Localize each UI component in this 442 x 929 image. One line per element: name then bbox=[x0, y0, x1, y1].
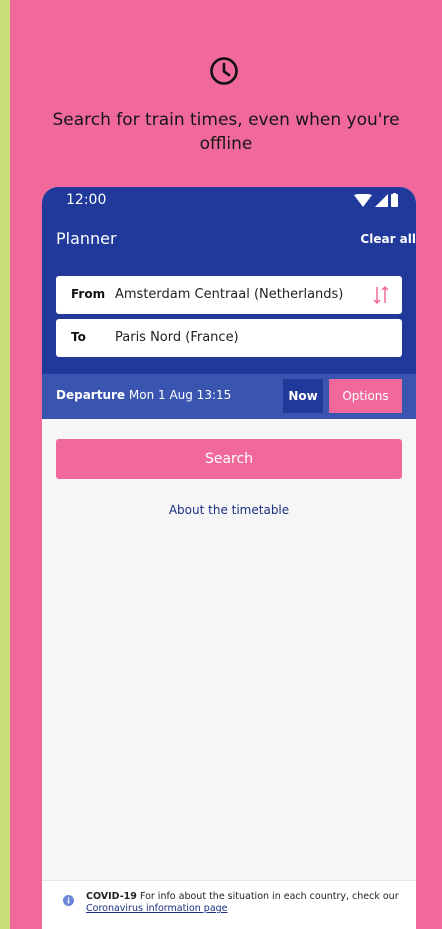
covid-banner: COVID-19 For info about the situation in… bbox=[42, 880, 416, 929]
main-content: Search About the timetable bbox=[42, 419, 416, 899]
status-bar: 12:00 bbox=[42, 187, 416, 213]
departure-value: Mon 1 Aug 13:15 bbox=[128, 388, 232, 402]
from-field[interactable]: From Amsterdam Centraal (Netherlands) bbox=[56, 276, 402, 314]
departure-bar: Departure Mon 1 Aug 13:15 Now Options bbox=[42, 374, 416, 419]
to-value: Paris Nord (France) bbox=[115, 330, 239, 345]
about-timetable-link[interactable]: About the timetable bbox=[42, 503, 416, 517]
covid-body: For info about the situation in each cou… bbox=[139, 891, 399, 902]
phone-screen: 12:00 Planner Clear all From Amsterdam C… bbox=[42, 187, 416, 929]
from-label: From bbox=[71, 287, 106, 301]
covid-title: COVID-19 bbox=[86, 891, 137, 902]
from-value: Amsterdam Centraal (Netherlands) bbox=[115, 287, 344, 302]
now-button[interactable]: Now bbox=[283, 379, 323, 413]
battery-icon bbox=[391, 193, 398, 207]
info-icon bbox=[63, 895, 74, 906]
promo-headline: Search for train times, even when you're… bbox=[52, 110, 400, 154]
swap-icon[interactable] bbox=[373, 285, 389, 305]
page-title: Planner bbox=[56, 229, 117, 248]
departure-label: Departure bbox=[56, 388, 126, 402]
coronavirus-info-link[interactable]: Coronavirus information page bbox=[86, 903, 228, 914]
options-button[interactable]: Options bbox=[329, 379, 402, 413]
search-button[interactable]: Search bbox=[56, 439, 402, 479]
route-inputs: From Amsterdam Centraal (Netherlands) To… bbox=[42, 273, 416, 374]
app-header: Planner Clear all bbox=[42, 213, 416, 273]
status-icons bbox=[354, 193, 398, 207]
signal-icon bbox=[375, 193, 388, 207]
clear-all-button[interactable]: Clear all bbox=[360, 232, 416, 246]
to-field[interactable]: To Paris Nord (France) bbox=[56, 319, 402, 357]
status-time: 12:00 bbox=[66, 192, 107, 208]
wifi-icon bbox=[354, 193, 372, 207]
clock-icon bbox=[210, 57, 238, 85]
departure-text[interactable]: Departure Mon 1 Aug 13:15 bbox=[56, 388, 231, 402]
covid-text: COVID-19 For info about the situation in… bbox=[86, 891, 406, 915]
promo-panel: Search for train times, even when you're… bbox=[10, 0, 442, 929]
to-label: To bbox=[71, 330, 86, 344]
